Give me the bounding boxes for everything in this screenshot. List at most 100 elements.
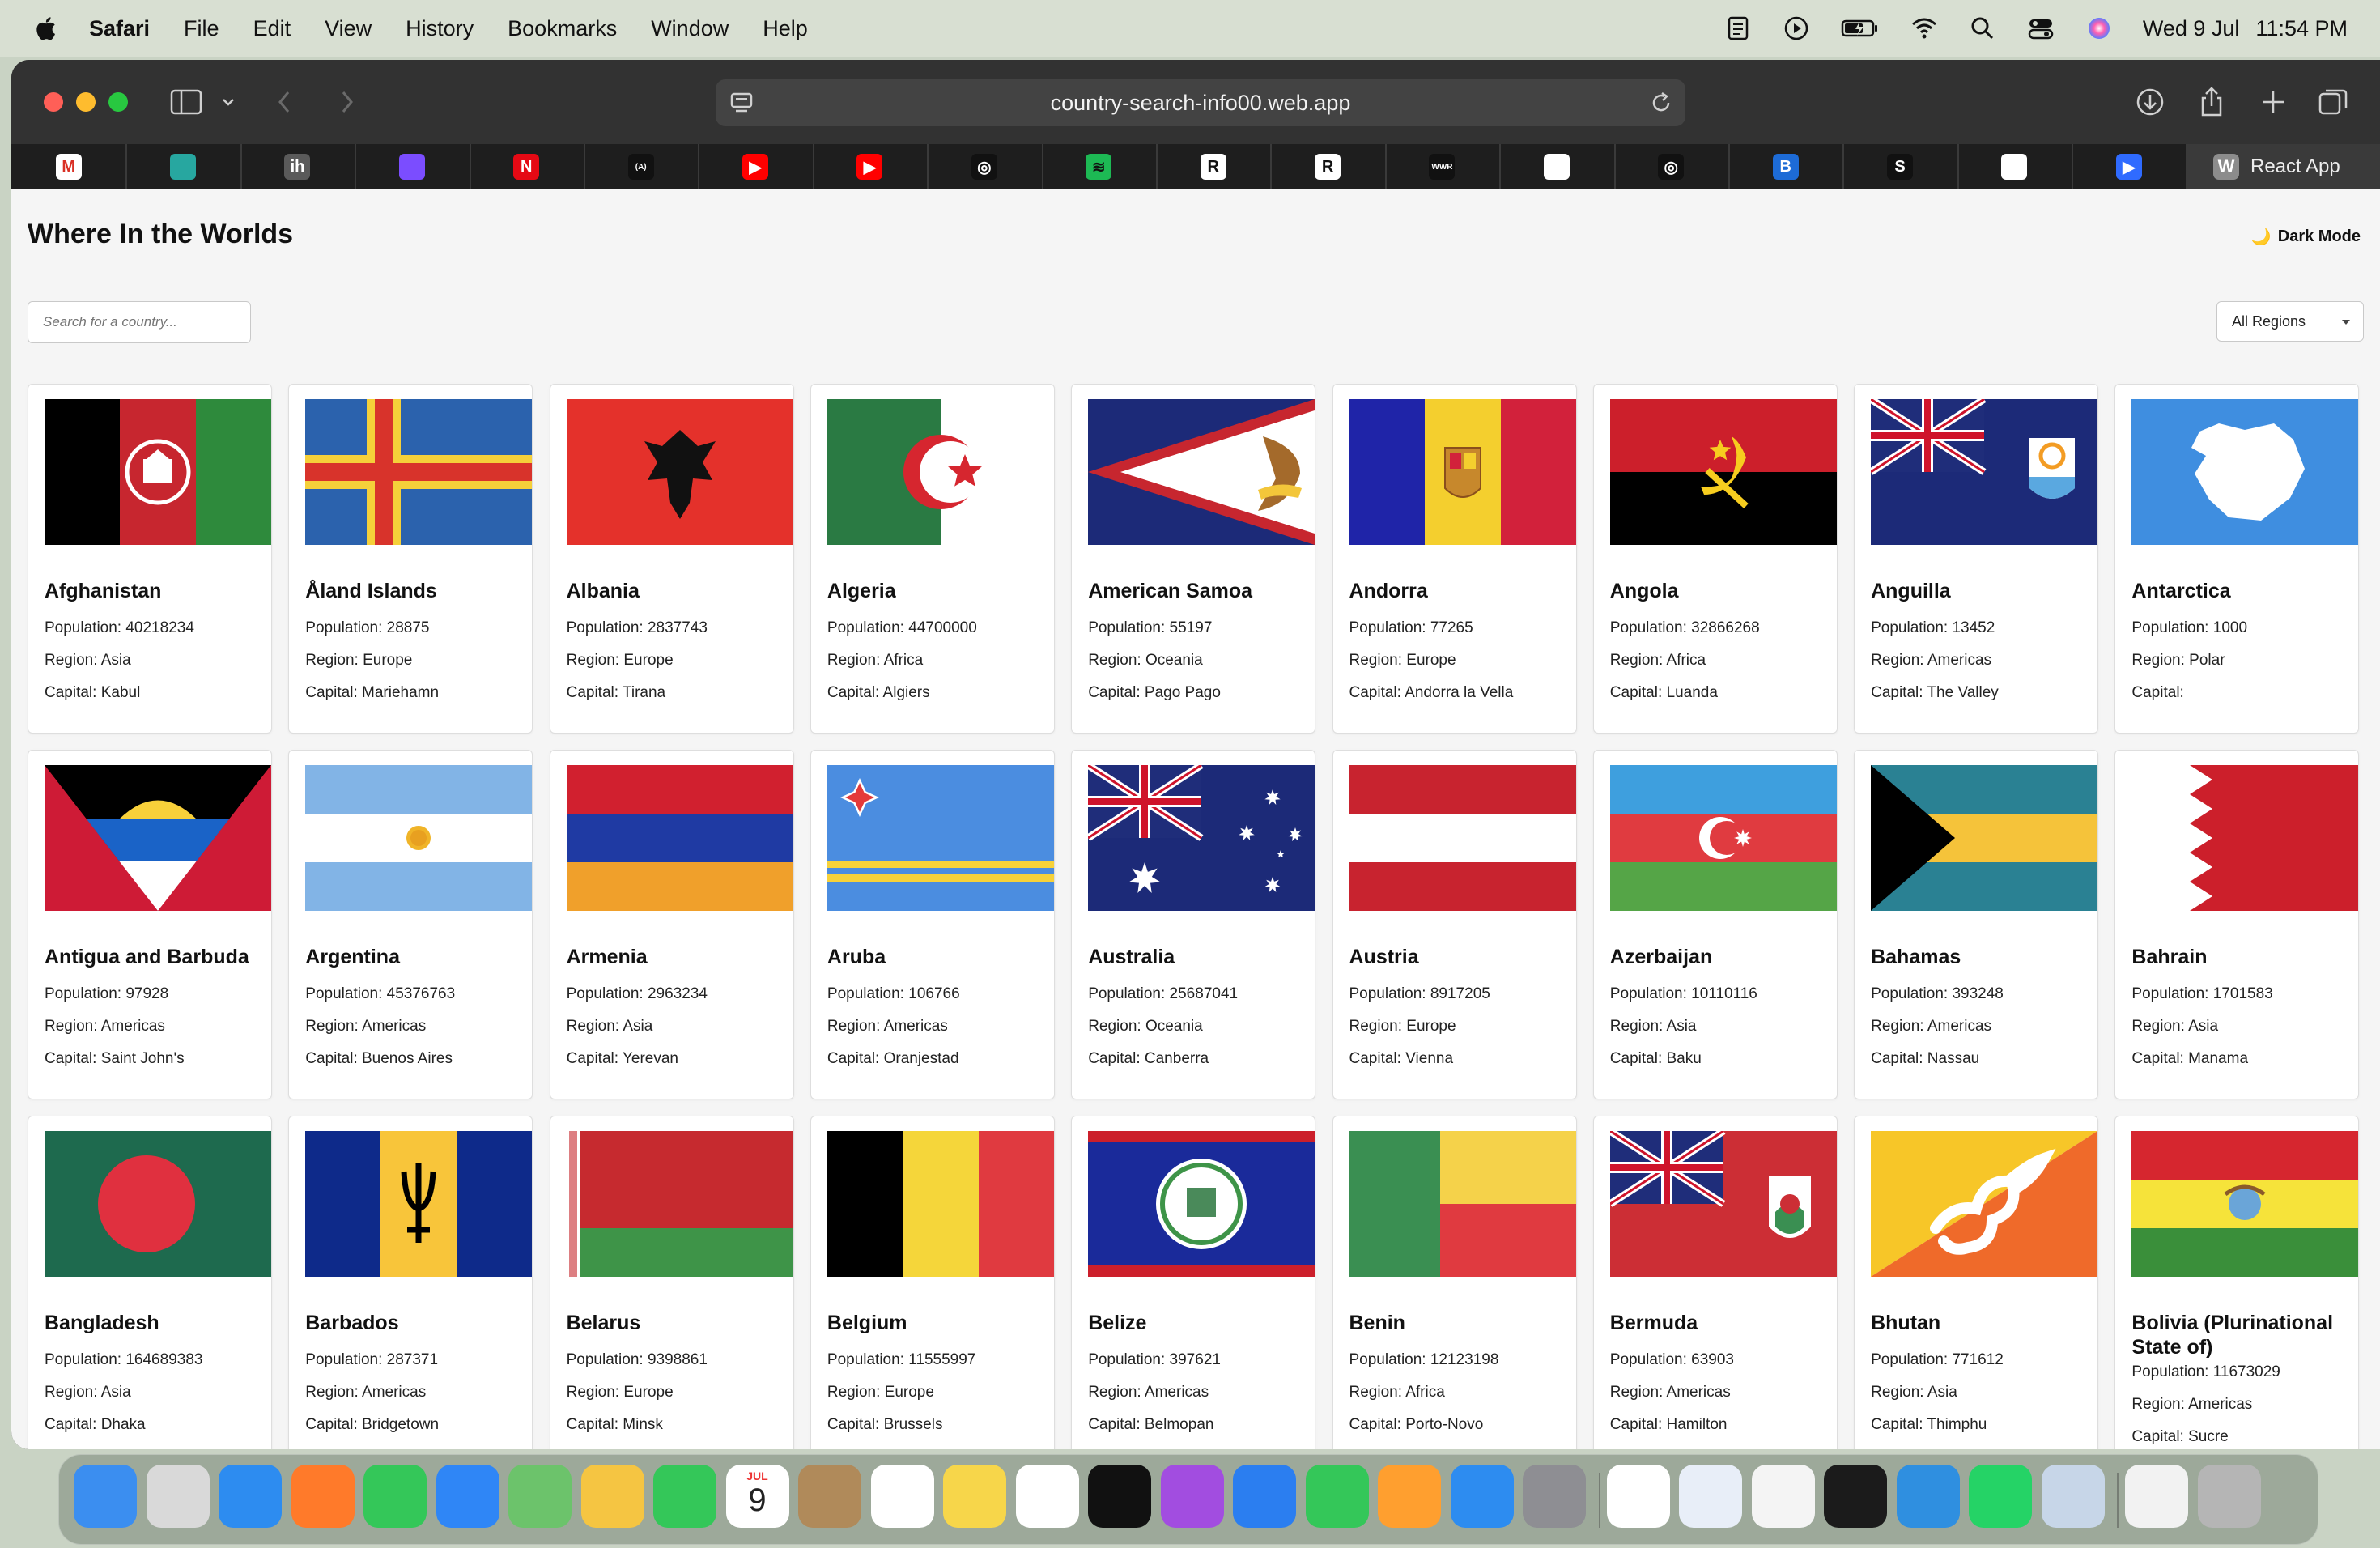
keynote-icon[interactable] — [1233, 1465, 1296, 1528]
wifi-icon[interactable] — [1910, 14, 1939, 43]
country-card-algeria[interactable]: Algeria Population: 44700000 Region: Afric… — [810, 384, 1055, 734]
region-filter-select[interactable]: All Regions — [2216, 301, 2364, 342]
numbers-icon[interactable] — [1305, 1465, 1369, 1528]
notes-icon[interactable] — [943, 1465, 1006, 1528]
country-card-antarctica[interactable]: Antarctica Population: 1000 Region: Polar C… — [2114, 384, 2360, 734]
launchpad-icon[interactable] — [146, 1465, 210, 1528]
country-card-azerbaijan[interactable]: Azerbaijan Population: 10110116 Region: As… — [1592, 750, 1838, 1099]
country-card-bahamas[interactable]: Bahamas Population: 393248 Region: America… — [1854, 750, 2099, 1099]
new-tab-icon[interactable] — [2255, 84, 2291, 120]
favorite-tab[interactable]: (A) — [584, 144, 700, 189]
country-card-bolivia[interactable]: Bolivia (Plurinational State of) Populati… — [2114, 1116, 2360, 1449]
play-circle-icon[interactable] — [1782, 14, 1811, 43]
menu-history[interactable]: History — [406, 16, 474, 41]
favorite-tab[interactable]: ≋ — [1042, 144, 1158, 189]
share-icon[interactable] — [2194, 84, 2229, 120]
favorite-tab[interactable]: ih — [240, 144, 357, 189]
menu-window[interactable]: Window — [651, 16, 729, 41]
reminders-icon[interactable] — [870, 1465, 934, 1528]
contacts-icon[interactable] — [798, 1465, 861, 1528]
menu-app-name[interactable]: Safari — [89, 16, 150, 41]
tab-react-app[interactable]: W React App — [2186, 144, 2380, 189]
favorite-tab[interactable]: ◎ — [927, 144, 1043, 189]
control-center-icon[interactable] — [2026, 14, 2055, 43]
address-bar[interactable]: country-search-info00.web.app — [716, 79, 1685, 126]
country-card-bhutan[interactable]: Bhutan Population: 771612 Region: Asia Capi… — [1854, 1116, 2099, 1449]
finder-icon[interactable] — [74, 1465, 137, 1528]
image-viewer-icon[interactable] — [2041, 1465, 2105, 1528]
calendar-icon[interactable]: JUL 9 — [725, 1465, 789, 1528]
favorite-tab[interactable]: R — [1270, 144, 1387, 189]
country-card-bangladesh[interactable]: Bangladesh Population: 164689383 Region: A… — [28, 1116, 272, 1449]
chevron-down-icon[interactable] — [217, 84, 240, 120]
facetime-icon[interactable] — [653, 1465, 716, 1528]
sidebar-toggle-icon[interactable] — [168, 84, 204, 120]
favorite-tab[interactable]: N — [470, 144, 585, 189]
url-text[interactable]: country-search-info00.web.app — [1051, 91, 1351, 116]
menu-clock[interactable]: Wed 9 Jul 11:54 PM — [2143, 16, 2348, 41]
country-card-aland[interactable]: Åland Islands Population: 28875 Region: Eu… — [288, 384, 533, 734]
country-card-albania[interactable]: Albania Population: 2837743 Region: Europe… — [549, 384, 794, 734]
favorite-tab[interactable] — [1957, 144, 2074, 189]
favorite-tab[interactable] — [125, 144, 242, 189]
downloads-icon[interactable] — [2132, 84, 2168, 120]
back-icon[interactable] — [272, 84, 298, 120]
system-settings-icon[interactable] — [1523, 1465, 1586, 1528]
chrome-icon[interactable] — [1606, 1465, 1670, 1528]
site-settings-icon[interactable] — [729, 90, 754, 116]
preview-icon[interactable] — [1679, 1465, 1742, 1528]
country-card-belarus[interactable]: Belarus Population: 9398861 Region: Europe… — [549, 1116, 794, 1449]
favorite-tab[interactable]: WWR — [1385, 144, 1502, 189]
favorite-tab[interactable]: M — [11, 144, 128, 189]
siri-icon[interactable] — [2085, 14, 2114, 43]
maps-icon[interactable] — [508, 1465, 572, 1528]
country-card-afghanistan[interactable]: Afghanistan Population: 40218234 Region: A… — [28, 384, 272, 734]
favorite-tab[interactable]: ▶ — [2072, 144, 2188, 189]
terminal-icon[interactable] — [1824, 1465, 1887, 1528]
spotlight-search-icon[interactable] — [1968, 14, 1997, 43]
whatsapp-icon[interactable] — [1969, 1465, 2032, 1528]
textedit-icon[interactable] — [1751, 1465, 1815, 1528]
menu-file[interactable]: File — [184, 16, 219, 41]
window-close-button[interactable] — [44, 92, 63, 112]
country-card-antigua[interactable]: Antigua and Barbuda Population: 97928 Regi… — [28, 750, 272, 1099]
trash-icon[interactable] — [2197, 1465, 2261, 1528]
country-card-american-samoa[interactable]: American Samoa Population: 55197 Region: O… — [1071, 384, 1316, 734]
mail-icon[interactable] — [436, 1465, 499, 1528]
favorite-tab[interactable]: ▶ — [813, 144, 929, 189]
firefox-icon[interactable] — [291, 1465, 355, 1528]
vscode-icon[interactable] — [1896, 1465, 1960, 1528]
favorite-tab[interactable]: B — [1728, 144, 1845, 189]
favorite-tab[interactable]: S — [1842, 144, 1959, 189]
dark-mode-toggle[interactable]: 🌙 Dark Mode — [2251, 227, 2361, 247]
country-card-andorra[interactable]: Andorra Population: 77265 Region: Europe Ca… — [1332, 384, 1577, 734]
forward-icon[interactable] — [334, 84, 359, 120]
safari-icon[interactable] — [219, 1465, 282, 1528]
country-card-benin[interactable]: Benin Population: 12123198 Region: Africa C… — [1332, 1116, 1577, 1449]
menu-bookmarks[interactable]: Bookmarks — [508, 16, 617, 41]
country-card-bahrain[interactable]: Bahrain Population: 1701583 Region: Asia Ca… — [2114, 750, 2360, 1099]
country-card-australia[interactable]: Australia Population: 25687041 Region: Oce… — [1071, 750, 1316, 1099]
country-card-belgium[interactable]: Belgium Population: 11555997 Region: Europ… — [810, 1116, 1055, 1449]
tv-icon[interactable] — [1088, 1465, 1151, 1528]
menu-edit[interactable]: Edit — [253, 16, 291, 41]
messages-icon[interactable] — [363, 1465, 427, 1528]
country-card-austria[interactable]: Austria Population: 8917205 Region: Europe… — [1332, 750, 1577, 1099]
documents-icon[interactable] — [2125, 1465, 2188, 1528]
clipboard-icon[interactable] — [1723, 14, 1753, 43]
country-card-armenia[interactable]: Armenia Population: 2963234 Region: Asia Ca… — [549, 750, 794, 1099]
menu-view[interactable]: View — [325, 16, 372, 41]
favorite-tab[interactable]: R — [1156, 144, 1273, 189]
app-store-icon[interactable] — [1450, 1465, 1514, 1528]
favorite-tab[interactable]: ◎ — [1614, 144, 1730, 189]
country-card-bermuda[interactable]: Bermuda Population: 63903 Region: Americas… — [1592, 1116, 1838, 1449]
window-minimize-button[interactable] — [76, 92, 96, 112]
country-card-anguilla[interactable]: Anguilla Population: 13452 Region: America… — [1854, 384, 2099, 734]
freeform-icon[interactable] — [1015, 1465, 1079, 1528]
tab-overview-icon[interactable] — [2315, 84, 2351, 120]
reload-icon[interactable] — [1648, 90, 1674, 116]
podcasts-icon[interactable] — [1160, 1465, 1224, 1528]
country-card-aruba[interactable]: Aruba Population: 106766 Region: Americas C… — [810, 750, 1055, 1099]
window-zoom-button[interactable] — [108, 92, 128, 112]
country-search-input[interactable] — [28, 301, 251, 343]
